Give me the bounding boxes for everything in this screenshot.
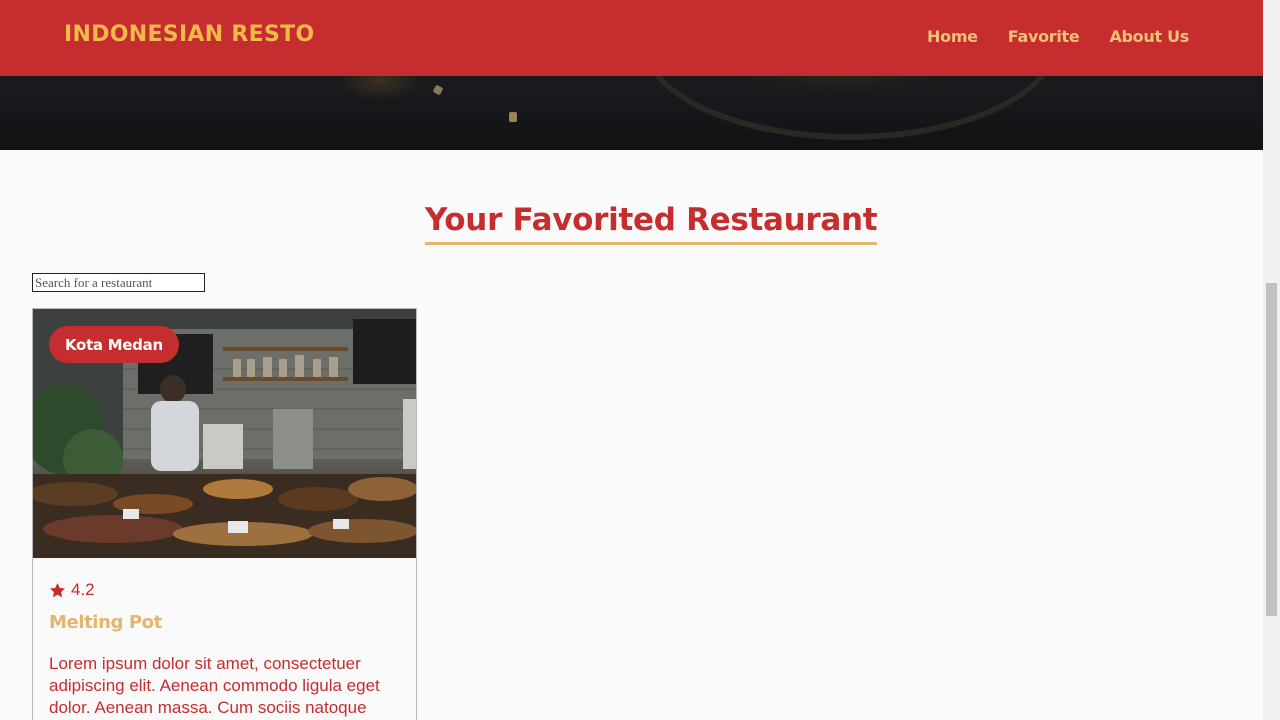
nav-link-home[interactable]: Home <box>927 27 978 46</box>
nav-link-about-us[interactable]: About Us <box>1109 27 1189 46</box>
page: INDONESIAN RESTO Home Favorite About Us … <box>0 0 1263 720</box>
restaurant-image: Kota Medan <box>33 309 416 558</box>
restaurant-description: Lorem ipsum dolor sit amet, consectetuer… <box>49 654 380 717</box>
navbar: INDONESIAN RESTO Home Favorite About Us <box>0 0 1263 76</box>
brand-logo[interactable]: INDONESIAN RESTO <box>64 22 314 47</box>
star-icon <box>50 582 65 597</box>
city-badge: Kota Medan <box>49 326 179 363</box>
restaurant-name[interactable]: Melting Pot <box>49 612 162 633</box>
rating: 4.2 <box>49 580 95 600</box>
scrollbar[interactable] <box>1263 0 1280 720</box>
rating-value: 4.2 <box>71 580 95 599</box>
scrollbar-thumb[interactable] <box>1266 283 1277 616</box>
page-title: Your Favorited Restaurant <box>425 202 878 245</box>
search-input[interactable] <box>32 273 205 292</box>
nav-link-favorite[interactable]: Favorite <box>1008 27 1080 46</box>
restaurant-card[interactable]: Kota Medan 4.2 Melting Pot Lorem ipsum d… <box>32 308 417 720</box>
nav-menu: Home Favorite About Us <box>927 27 1189 46</box>
